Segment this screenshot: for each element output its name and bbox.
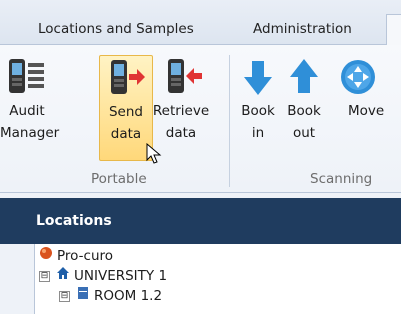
ribbon-tab-strip: Locations and Samples Administration xyxy=(0,0,401,46)
application-window: Locations and Samples Administration Aud… xyxy=(0,0,401,314)
mouse-cursor-icon xyxy=(146,143,162,164)
locations-tree: Pro-curo ⊟ UNIVERSITY 1 ⊟ ROOM 1.2 xyxy=(34,244,401,314)
move-label: Move xyxy=(348,103,385,119)
move-icon xyxy=(338,55,384,99)
ribbon-panel: Audit Manager Send data Retrieve data Bo… xyxy=(0,45,401,193)
book-out-label-line2: out xyxy=(292,125,316,141)
retrieve-data-label-line2: data xyxy=(165,125,197,141)
orb-icon xyxy=(39,246,53,266)
tree-node-label: Pro-curo xyxy=(57,248,114,264)
book-out-label-line1: Book xyxy=(287,103,321,119)
audit-manager-label-line1: Audit xyxy=(9,103,45,119)
send-data-button[interactable]: Send data xyxy=(99,55,153,161)
locations-panel-title: Locations xyxy=(36,213,112,229)
collapse-toggle[interactable]: ⊟ xyxy=(59,290,70,302)
tab-next-edge[interactable] xyxy=(386,14,401,46)
book-in-label-line1: Book xyxy=(241,103,275,119)
group-label-scanning: Scanning xyxy=(310,171,373,187)
freezer-icon xyxy=(76,286,90,306)
book-out-button[interactable]: Book out xyxy=(284,55,324,143)
tree-node-university-1[interactable]: ⊟ UNIVERSITY 1 xyxy=(39,266,167,286)
send-data-label-line2: data xyxy=(110,126,142,142)
retrieve-data-label-line1: Retrieve xyxy=(152,103,210,119)
send-data-label-line1: Send xyxy=(108,104,143,120)
move-button[interactable]: Move xyxy=(332,55,384,121)
tree-node-label: UNIVERSITY 1 xyxy=(74,268,168,284)
arrow-up-icon xyxy=(284,55,324,99)
handheld-send-icon xyxy=(100,56,152,100)
arrow-down-icon xyxy=(238,55,278,99)
tab-administration[interactable]: Administration xyxy=(245,14,360,44)
book-in-label-line2: in xyxy=(251,125,265,141)
handheld-retrieve-icon xyxy=(152,55,210,99)
book-in-button[interactable]: Book in xyxy=(238,55,278,143)
tree-node-room-1-2[interactable]: ⊟ ROOM 1.2 xyxy=(59,286,162,306)
group-separator xyxy=(229,55,230,187)
audit-manager-button[interactable]: Audit Manager xyxy=(0,55,60,143)
tree-node-pro-curo[interactable]: Pro-curo xyxy=(39,246,113,266)
retrieve-data-button[interactable]: Retrieve data xyxy=(152,55,210,143)
collapse-toggle[interactable]: ⊟ xyxy=(39,270,50,282)
handheld-list-icon xyxy=(0,55,54,99)
locations-panel-header: Locations xyxy=(0,198,401,244)
group-label-portable: Portable xyxy=(91,171,147,187)
tab-locations-and-samples[interactable]: Locations and Samples xyxy=(30,14,202,44)
home-icon xyxy=(56,266,70,286)
audit-manager-label-line2: Manager xyxy=(0,125,60,141)
tree-node-label: ROOM 1.2 xyxy=(94,288,163,304)
